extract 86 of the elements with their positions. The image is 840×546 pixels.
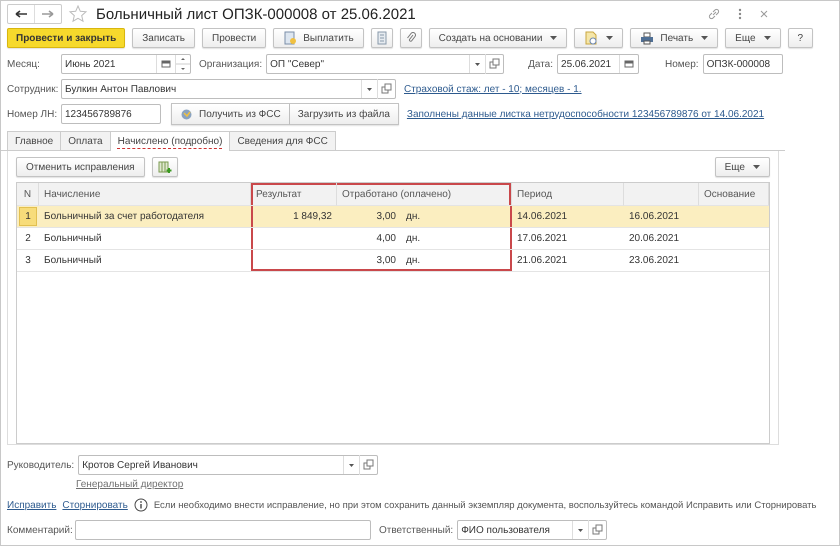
table-cell: 21.06.2021 bbox=[517, 255, 568, 266]
table-cell: 3,00 bbox=[376, 255, 396, 266]
responsible-field[interactable]: ФИО пользователя bbox=[457, 520, 608, 540]
action-link[interactable]: Исправить bbox=[7, 500, 56, 510]
pay-button[interactable]: Выплатить bbox=[273, 28, 364, 48]
comment-field[interactable] bbox=[75, 520, 371, 540]
table-cell: 3,00 bbox=[376, 211, 396, 222]
list-icon bbox=[376, 31, 387, 45]
table-cell: Больничный за счет работодателя bbox=[44, 211, 204, 222]
tab[interactable]: Сведения для ФСС bbox=[229, 131, 336, 150]
tab[interactable]: Главное bbox=[7, 131, 62, 150]
table-cell: 17.06.2021 bbox=[517, 233, 568, 244]
printer-icon bbox=[640, 32, 654, 44]
insurance-record-link[interactable]: Страховой стаж: лет - 10; месяцев - 1. bbox=[404, 84, 582, 94]
list-button[interactable] bbox=[370, 28, 393, 48]
document-coin-icon bbox=[283, 31, 298, 45]
caret-icon bbox=[606, 36, 614, 40]
field-label: Ответственный: bbox=[379, 524, 454, 536]
table-cell: 1 849,32 bbox=[293, 211, 332, 222]
field-label: Руководитель: bbox=[7, 460, 74, 470]
row-number: 3 bbox=[25, 255, 31, 266]
organization-field[interactable]: ОП "Север" bbox=[266, 54, 504, 74]
field-label: Номер: bbox=[665, 58, 699, 70]
tab[interactable]: Начислено (подробно) bbox=[110, 131, 230, 151]
table-cell: 14.06.2021 bbox=[517, 211, 568, 222]
field-label: Сотрудник: bbox=[7, 84, 60, 94]
column-header[interactable]: Отработано (оплачено) bbox=[337, 183, 512, 206]
table-cell: Больничный bbox=[44, 233, 102, 244]
caret-icon bbox=[764, 36, 771, 40]
table-cell: дн. bbox=[406, 233, 420, 244]
position-link[interactable]: Генеральный директор bbox=[76, 479, 184, 490]
load-file-button[interactable]: Загрузить из файла bbox=[290, 103, 399, 125]
month-field[interactable]: Июнь 2021 bbox=[61, 54, 191, 74]
field-label: Дата: bbox=[528, 58, 554, 70]
cancel-corrections-button[interactable]: Отменить исправления bbox=[16, 157, 145, 177]
column-header[interactable]: Основание bbox=[699, 183, 769, 206]
table-cell: 4,00 bbox=[376, 233, 396, 244]
sick-leave-number-field[interactable]: 123456789876 bbox=[61, 104, 161, 124]
caret-icon bbox=[753, 165, 760, 169]
row-number: 2 bbox=[25, 233, 31, 244]
employee-field[interactable]: Булкин Антон Павлович bbox=[61, 79, 396, 99]
add-column-button[interactable] bbox=[152, 157, 178, 177]
document-menu-button[interactable] bbox=[574, 28, 624, 48]
table-cell: 23.06.2021 bbox=[629, 255, 680, 266]
paperclip-icon bbox=[406, 31, 416, 45]
sick-leave-data-link[interactable]: Заполнены данные листка нетрудоспособности 123456789876 от 14.06.2021 bbox=[406, 108, 764, 120]
table-cell: 16.06.2021 bbox=[629, 211, 680, 222]
more-dropdown-button[interactable]: Еще bbox=[714, 157, 770, 177]
info-icon bbox=[134, 498, 148, 512]
column-header[interactable]: Начисление bbox=[39, 183, 251, 206]
print-button[interactable]: Печать bbox=[630, 28, 718, 48]
attachment-button[interactable] bbox=[400, 28, 422, 48]
table-add-icon bbox=[158, 160, 172, 174]
toolbar-button[interactable]: ? bbox=[788, 28, 814, 48]
column-header[interactable]: Период bbox=[512, 183, 624, 206]
toolbar-button[interactable]: Провести bbox=[202, 28, 266, 48]
info-note: Если необходимо внести исправление, но при этом сохранить данный экземпляр документа, воспользуйтесь командой Исправить или Сторнировать bbox=[154, 500, 816, 510]
field-label: Месяц: bbox=[7, 58, 41, 70]
table-cell: 20.06.2021 bbox=[629, 233, 680, 244]
table-cell: Больничный bbox=[44, 255, 102, 266]
tab[interactable]: Оплата bbox=[60, 131, 111, 150]
column-header[interactable]: N bbox=[17, 183, 39, 206]
table-cell: дн. bbox=[406, 255, 420, 266]
caret-icon bbox=[701, 36, 708, 40]
more-icon[interactable] bbox=[737, 7, 743, 21]
number-field[interactable]: ОПЗК-000008 bbox=[702, 54, 783, 74]
date-field[interactable]: 25.06.2021 bbox=[557, 54, 640, 74]
spinner-icon[interactable] bbox=[175, 55, 190, 73]
field-label: Организация: bbox=[199, 58, 262, 70]
dropdown-button[interactable]: Создать на основании bbox=[428, 28, 568, 48]
caret-icon bbox=[550, 36, 558, 40]
link-icon[interactable] bbox=[707, 7, 721, 21]
field-label: Номер ЛН: bbox=[7, 108, 58, 120]
table-cell: дн. bbox=[406, 211, 420, 222]
close-icon[interactable] bbox=[759, 9, 769, 19]
fss-request-button[interactable]: Получить из ФСС bbox=[171, 103, 290, 125]
row-number: 1 bbox=[19, 207, 37, 226]
action-link[interactable]: Сторнировать bbox=[62, 500, 128, 510]
star-icon[interactable] bbox=[68, 4, 88, 24]
post-and-close-button[interactable]: Провести и закрыть bbox=[7, 28, 126, 48]
field-label: Комментарий: bbox=[7, 524, 74, 536]
manager-field[interactable]: Кротов Сергей Иванович bbox=[78, 455, 378, 475]
column-header[interactable]: Результат bbox=[251, 183, 337, 206]
toolbar-button[interactable]: Записать bbox=[132, 28, 195, 48]
window-title: Больничный лист ОПЗК-000008 от 25.06.2021 bbox=[96, 6, 416, 22]
dropdown-button[interactable]: Еще bbox=[725, 28, 781, 48]
